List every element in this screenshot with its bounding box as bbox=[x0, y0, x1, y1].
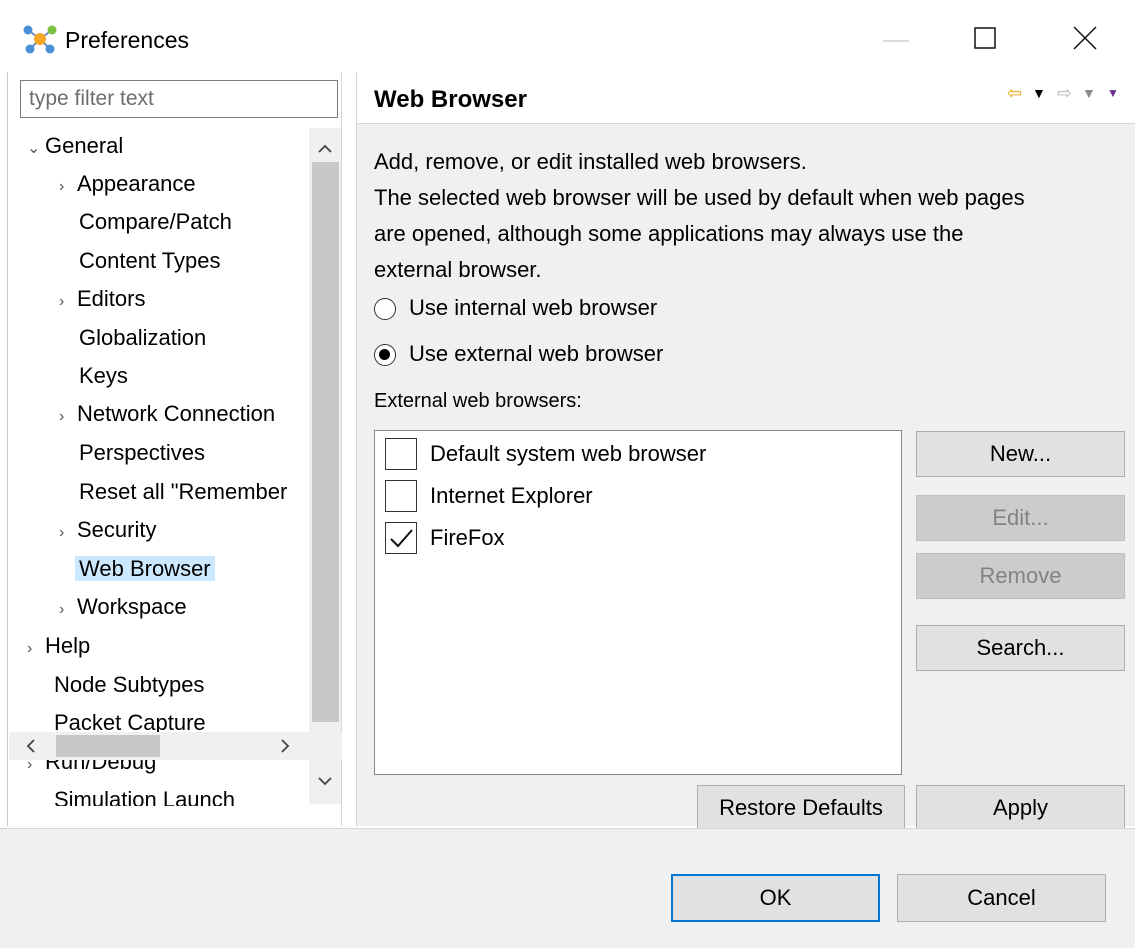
page-title: Web Browser bbox=[374, 86, 527, 113]
tree-item-simulation-launch[interactable]: Simulation Launch bbox=[54, 782, 235, 806]
apply-button[interactable]: Apply bbox=[916, 785, 1125, 831]
restore-defaults-button[interactable]: Restore Defaults bbox=[697, 785, 905, 831]
filter-input[interactable] bbox=[20, 80, 338, 118]
cancel-button[interactable]: Cancel bbox=[897, 874, 1106, 922]
horizontal-scrollbar-thumb[interactable] bbox=[56, 735, 160, 757]
close-icon[interactable] bbox=[1063, 18, 1107, 62]
page-navigation: ⇦ ▼ ⇨ ▼ ▼ bbox=[1007, 82, 1127, 104]
tree-item-appearance[interactable]: › Appearance bbox=[59, 166, 196, 202]
chevron-down-icon[interactable]: ⌄ bbox=[27, 131, 45, 167]
tree-item-keys[interactable]: Keys bbox=[79, 358, 128, 394]
radio-button[interactable] bbox=[374, 298, 396, 320]
edit-button[interactable]: Edit... bbox=[916, 495, 1125, 541]
ok-button[interactable]: OK bbox=[671, 874, 880, 922]
tree-item-security[interactable]: › Security bbox=[59, 512, 156, 548]
minimize-icon[interactable] bbox=[875, 18, 919, 62]
back-menu-icon[interactable]: ▼ bbox=[1032, 82, 1046, 104]
preferences-sidebar: ⌄General ›Appearance Compare/Patch Conte… bbox=[9, 72, 342, 826]
tree-item-globalization[interactable]: Globalization bbox=[79, 320, 206, 356]
checkbox[interactable] bbox=[385, 438, 417, 470]
scroll-down-icon[interactable] bbox=[309, 768, 341, 794]
tree-item-node-subtypes[interactable]: Node Subtypes bbox=[54, 667, 204, 703]
tree-vertical-scrollbar[interactable] bbox=[309, 128, 341, 804]
tree-item-reset-all[interactable]: Reset all "Remember bbox=[79, 474, 287, 510]
dialog-footer: OK Cancel bbox=[0, 828, 1135, 948]
external-browsers-list[interactable]: Default system web browser Internet Expl… bbox=[374, 430, 902, 775]
tree-item-general[interactable]: ⌄ General bbox=[27, 128, 123, 164]
external-browsers-label: External web browsers: bbox=[374, 390, 582, 412]
tree-item-help[interactable]: › Help bbox=[27, 628, 90, 664]
description-line: Add, remove, or edit installed web brows… bbox=[374, 149, 807, 174]
scroll-left-icon[interactable] bbox=[21, 732, 41, 760]
radio-button-checked[interactable] bbox=[374, 344, 396, 366]
chevron-right-icon[interactable]: › bbox=[59, 284, 77, 320]
scrollbar-thumb[interactable] bbox=[312, 162, 339, 722]
tree-horizontal-scrollbar[interactable] bbox=[9, 732, 342, 760]
forward-menu-icon[interactable]: ▼ bbox=[1082, 82, 1096, 104]
preferences-icon bbox=[22, 24, 58, 54]
chevron-right-icon[interactable]: › bbox=[59, 169, 77, 205]
checkbox[interactable] bbox=[385, 480, 417, 512]
tree-item-web-browser[interactable]: Web Browser bbox=[75, 551, 215, 587]
checkbox-checked[interactable] bbox=[385, 522, 417, 554]
view-menu-icon[interactable]: ▼ bbox=[1107, 82, 1119, 104]
tree-item-workspace[interactable]: › Workspace bbox=[59, 589, 187, 625]
back-arrow-icon[interactable]: ⇦ bbox=[1007, 82, 1022, 104]
page-description: Add, remove, or edit installed web brows… bbox=[374, 144, 1124, 288]
tree-item-content-types[interactable]: Content Types bbox=[79, 243, 220, 279]
scroll-up-icon[interactable] bbox=[309, 136, 341, 162]
chevron-right-icon[interactable]: › bbox=[59, 399, 77, 435]
remove-button[interactable]: Remove bbox=[916, 553, 1125, 599]
maximize-icon[interactable] bbox=[963, 18, 1007, 62]
window-border bbox=[0, 72, 8, 826]
description-line: external browser. bbox=[374, 257, 542, 282]
title-bar: Preferences bbox=[0, 0, 1135, 72]
description-line: are opened, although some applications m… bbox=[374, 221, 964, 246]
chevron-right-icon[interactable]: › bbox=[59, 592, 77, 628]
chevron-right-icon[interactable]: › bbox=[27, 631, 45, 667]
chevron-right-icon[interactable]: › bbox=[59, 515, 77, 551]
window-title: Preferences bbox=[65, 27, 190, 53]
tree-item-network-connection[interactable]: › Network Connection bbox=[59, 396, 275, 432]
tree-item-editors[interactable]: › Editors bbox=[59, 281, 145, 317]
search-button[interactable]: Search... bbox=[916, 625, 1125, 671]
tree-item-perspectives[interactable]: Perspectives bbox=[79, 435, 205, 471]
scroll-right-icon[interactable] bbox=[275, 732, 295, 760]
new-button[interactable]: New... bbox=[916, 431, 1125, 477]
page-header: Web Browser ⇦ ▼ ⇨ ▼ ▼ bbox=[357, 72, 1135, 124]
preferences-tree: ⌄ General › Appearance Compare/Patch Conte… bbox=[9, 128, 309, 806]
tree-item-compare-patch[interactable]: Compare/Patch bbox=[79, 204, 232, 240]
forward-arrow-icon[interactable]: ⇨ bbox=[1057, 82, 1072, 104]
description-line: The selected web browser will be used by… bbox=[374, 185, 1025, 210]
preference-page: Web Browser ⇦ ▼ ⇨ ▼ ▼ Add, remove, or ed… bbox=[356, 72, 1135, 831]
